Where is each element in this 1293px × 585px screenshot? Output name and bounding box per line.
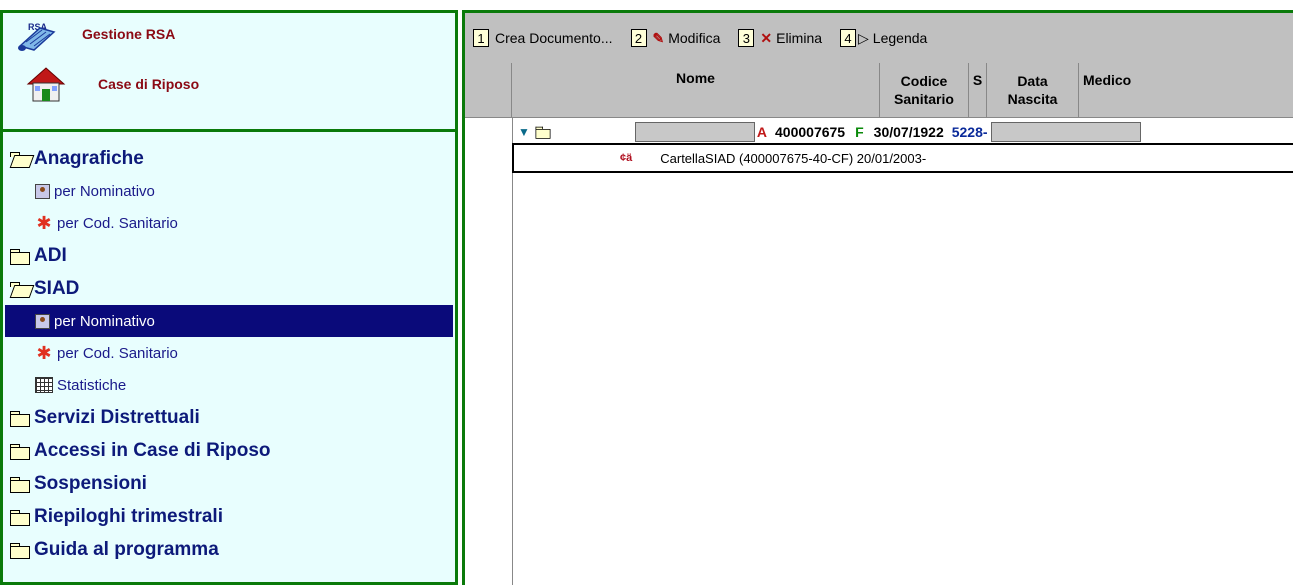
tree-node-riepiloghi[interactable]: Riepiloghi trimestrali [5,500,453,533]
tree-node-label: Riepiloghi trimestrali [34,505,223,527]
folder-icon [535,126,551,139]
tree-item-siad-nominativo[interactable]: per Nominativo [5,305,453,337]
shortcut-number: 3 [738,29,755,47]
header-data-label-2: Nascita [1007,91,1058,107]
tree-item-label: per Nominativo [54,312,155,330]
grid-header: Nome Codice Sanitario S Data Nascita Med… [465,63,1293,118]
tree-item-label: Statistiche [57,376,127,394]
header-sesso-label: S [972,72,983,88]
id-card-icon [35,313,50,329]
scroll-icon [18,27,56,51]
tree-node-accessi-case-riposo[interactable]: Accessi in Case di Riposo [5,434,453,467]
tree-node-label: Accessi in Case di Riposo [34,439,271,461]
content-panel: 1 Crea Documento... 2 ✎ Modifica 3 ✕ Eli… [462,10,1293,585]
data-nascita-cell: 30/07/1922 [873,124,944,140]
navigation-tree: Anagrafiche per Nominativo ✱ per Cod. Sa… [5,142,453,566]
pencil-icon: ✎ [652,29,665,46]
header-codice-sanitario[interactable]: Codice Sanitario [880,63,969,117]
tree-node-siad[interactable]: SIAD [5,272,453,305]
modifica-label: Modifica [668,30,721,46]
tree-node-guida[interactable]: Guida al programma [5,533,453,566]
shortcut-number: 2 [630,29,647,47]
header-codice-label-1: Codice [900,73,948,89]
expand-arrow-icon[interactable]: ▼ [518,125,530,139]
tree-node-sospensioni[interactable]: Sospensioni [5,467,453,500]
header-codice-label-2: Sanitario [894,91,954,107]
tree-node-label: SIAD [34,277,80,299]
folder-icon [10,476,30,493]
header-data-nascita[interactable]: Data Nascita [987,63,1079,117]
gestione-rsa-link[interactable]: Gestione RSA [16,26,176,51]
tree-node-servizi-distrettuali[interactable]: Servizi Distrettuali [5,401,453,434]
modifica-button[interactable]: 2 ✎ Modifica [630,29,721,47]
folder-icon [10,410,30,427]
health-star-icon: ✱ [36,213,52,233]
table-row[interactable]: ▼ A 400007675 F 30/07/1922 5228- / [512,121,1293,143]
elimina-label: Elimina [776,30,823,46]
cartella-icon: ¢ä [620,152,633,164]
spreadsheet-icon [35,377,53,393]
case-di-riposo-link[interactable]: Case di Riposo [16,67,200,102]
top-links-section: RSA Gestione RSA Case di Riposo [0,10,458,132]
tree-node-anagrafiche[interactable]: Anagrafiche [5,142,453,175]
pointer-icon: ▷ [858,29,869,46]
header-blank [465,63,512,117]
patient-name-suffix: A [756,124,768,140]
open-folder-icon [10,151,30,166]
tree-item-anagrafiche-nominativo[interactable]: per Nominativo [5,175,453,207]
tree-item-siad-cod-sanitario[interactable]: ✱ per Cod. Sanitario [5,337,453,369]
delete-x-icon: ✕ [760,29,773,46]
shortcut-number: 1 [473,29,489,47]
open-folder-icon [10,281,30,296]
codice-cell: 400007675 [775,124,846,140]
legenda-label: Legenda [872,30,928,46]
tree-node-label: Servizi Distrettuali [34,406,200,428]
crea-documento-label: Crea Documento... [495,30,613,46]
header-nome[interactable]: Nome [512,63,880,117]
header-nome-label: Nome [676,70,715,86]
redacted-medico-box [991,122,1142,142]
tree-item-label: per Cod. Sanitario [57,214,178,232]
tree-item-anagrafiche-cod-sanitario[interactable]: ✱ per Cod. Sanitario [5,207,453,239]
header-sesso[interactable]: S [969,63,987,117]
case-di-riposo-label: Case di Riposo [98,76,200,92]
health-star-icon: ✱ [36,343,52,363]
sesso-cell: F [855,124,864,140]
tree-item-siad-statistiche[interactable]: Statistiche [5,369,453,401]
folder-icon [10,509,30,526]
tree-item-label: per Cod. Sanitario [57,344,178,362]
house-icon [26,67,66,102]
tree-node-label: Anagrafiche [34,147,144,169]
header-medico-label: Medico [1083,72,1132,88]
folder-icon [10,542,30,559]
elimina-button[interactable]: 3 ✕ Elimina [738,29,822,47]
medico-cell: 5228- / [951,124,996,140]
redacted-name-box [634,122,755,142]
folder-icon [10,248,30,265]
shortcut-number: 4 [840,29,857,47]
folder-icon [10,443,30,460]
sub-row-cartella[interactable]: ¢ä CartellaSIAD (400007675-40-CF) 20/01/… [512,143,1293,173]
tree-node-label: Sospensioni [34,472,147,494]
id-card-icon [35,183,50,199]
tree-node-adi[interactable]: ADI [5,239,453,272]
tree-item-label: per Nominativo [54,182,155,200]
tree-node-label: Guida al programma [34,538,219,560]
header-data-label-1: Data [1017,73,1048,89]
gestione-rsa-label: Gestione RSA [82,26,176,42]
cartella-label: CartellaSIAD (400007675-40-CF) 20/01/200… [660,150,927,166]
header-medico[interactable]: Medico [1079,63,1293,117]
tree-node-label: ADI [34,244,67,266]
grid-column-divider [512,118,513,585]
legenda-button[interactable]: 4 ▷ Legenda [840,29,927,47]
crea-documento-button[interactable]: 1 Crea Documento... [473,29,613,47]
toolbar: 1 Crea Documento... 2 ✎ Modifica 3 ✕ Eli… [465,13,1293,63]
